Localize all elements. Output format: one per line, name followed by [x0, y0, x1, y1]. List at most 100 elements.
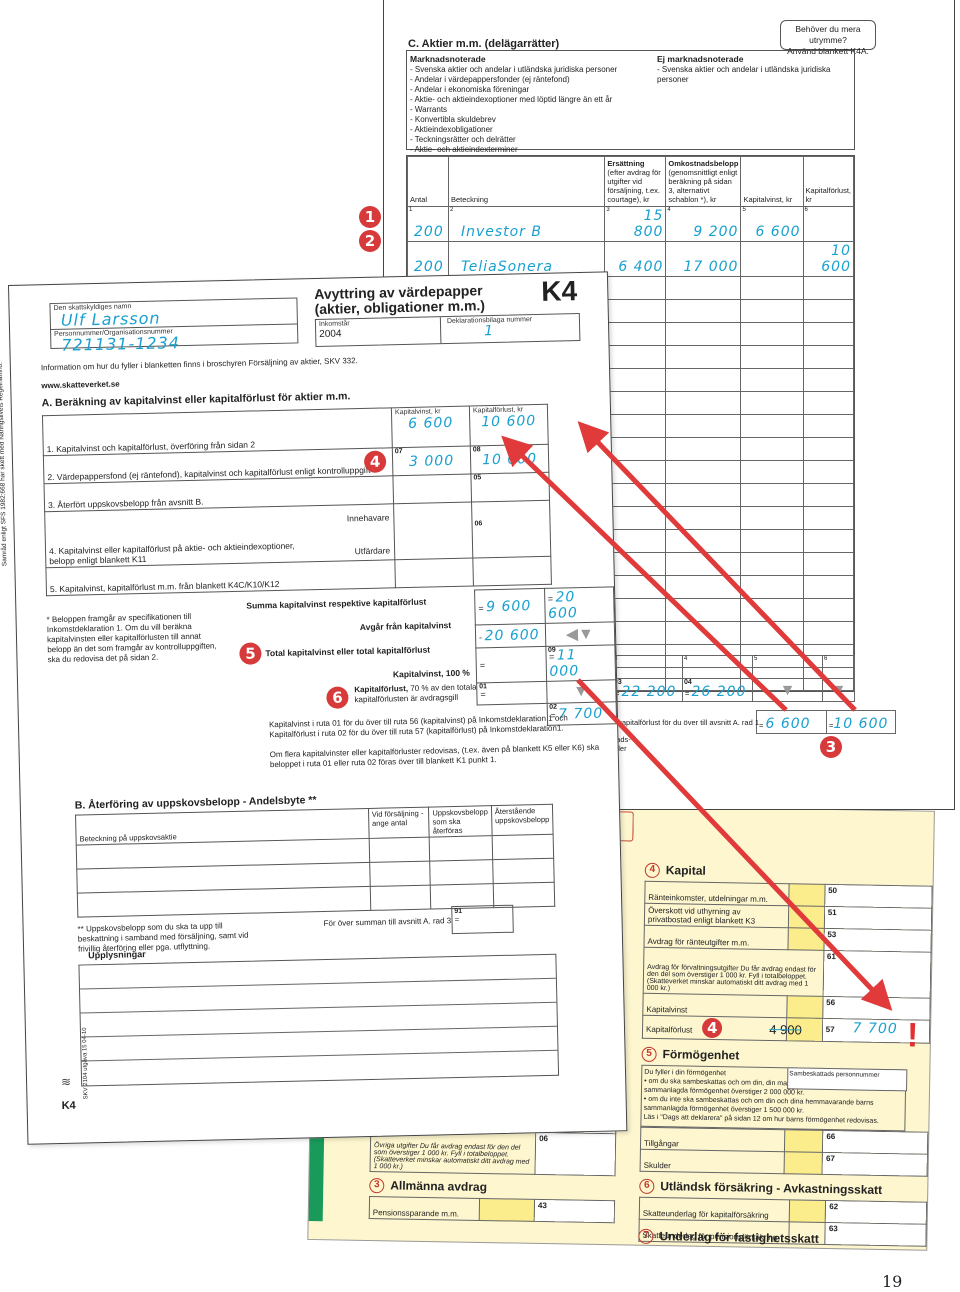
- shares-cell-omkostnad[interactable]: [665, 621, 742, 645]
- shares-cell-omkostnad[interactable]: [665, 299, 742, 323]
- box-04[interactable]: 04 = 26 200: [682, 678, 753, 702]
- shares-row: 200 TeliaSonera 6 400 17 000 10 600: [407, 241, 855, 277]
- shares-cell-vinst[interactable]: [740, 621, 804, 645]
- shares-cell-omkostnad[interactable]: [665, 575, 742, 599]
- arrow-down-icon: ▼: [830, 682, 847, 699]
- shares-cell-vinst[interactable]: [740, 506, 804, 530]
- step-badge-6: 6: [326, 686, 349, 709]
- struck-value: 4 900: [769, 1021, 802, 1038]
- step-badge-4: 4: [363, 450, 387, 473]
- vinst-total[interactable]: = 6 600: [756, 710, 827, 734]
- shares-cell-forlust[interactable]: [802, 299, 855, 323]
- shares-cell-vinst[interactable]: [740, 368, 804, 392]
- box-03[interactable]: 03 = 22 200: [612, 678, 683, 702]
- shares-cell-ersattning[interactable]: [604, 391, 667, 415]
- section-fastighet-heading: 7 Underlag för fastighetsskatt: [638, 1229, 819, 1247]
- shares-cell-antal[interactable]: 1 200: [407, 206, 449, 242]
- listed-item: - Warrants: [410, 105, 448, 114]
- listed-item: - Aktie- och aktieindexterminer: [410, 145, 518, 154]
- shares-cell-vinst[interactable]: [740, 276, 804, 300]
- shares-cell-vinst[interactable]: [740, 414, 804, 438]
- shares-cell-omkostnad[interactable]: [665, 368, 742, 392]
- shares-cell-antal[interactable]: 200: [407, 241, 449, 277]
- shares-cell-forlust[interactable]: [802, 391, 855, 415]
- shares-cell-omkostnad[interactable]: [665, 460, 742, 484]
- shares-cell-vinst[interactable]: [740, 437, 804, 461]
- shares-cell-ersattning[interactable]: [604, 460, 667, 484]
- shares-cell-vinst[interactable]: [740, 598, 804, 622]
- shares-cell-vinst[interactable]: [740, 529, 804, 553]
- shares-cell-vinst[interactable]: [740, 299, 804, 323]
- shares-cell-omkostnad[interactable]: 17 000: [665, 241, 742, 277]
- upplysningar-box[interactable]: [78, 953, 560, 1087]
- shares-cell-omkostnad[interactable]: [665, 529, 742, 553]
- shares-cell-vinst[interactable]: [740, 552, 804, 576]
- listed-item: - Konvertibla skuldebrev: [410, 115, 496, 124]
- cosigner-field[interactable]: Sambeskattads personnummer: [787, 1067, 908, 1092]
- personnummer[interactable]: 721131-1234: [51, 333, 297, 355]
- shares-cell-vinst[interactable]: [740, 575, 804, 599]
- shares-cell-forlust[interactable]: [802, 460, 855, 484]
- shares-cell-ersattning[interactable]: [604, 276, 667, 300]
- shares-cell-omkostnad[interactable]: [665, 391, 742, 415]
- shares-cell-forlust[interactable]: [802, 575, 855, 599]
- shares-cell-forlust[interactable]: 10 600: [802, 241, 855, 277]
- shares-cell-omkostnad[interactable]: [665, 483, 742, 507]
- shares-cell-vinst[interactable]: [740, 460, 804, 484]
- shares-cell-ersattning[interactable]: [604, 368, 667, 392]
- website-link[interactable]: www.skatteverket.se: [41, 379, 120, 390]
- shares-cell-ersattning[interactable]: 3 15 800: [604, 206, 667, 242]
- transfer-text: Kapitalvinst och kapitalförlust för du ö…: [594, 718, 759, 727]
- shares-cell-forlust[interactable]: 6: [802, 206, 855, 242]
- shares-cell-ersattning[interactable]: [604, 345, 667, 369]
- income-year[interactable]: 2004: [316, 326, 440, 340]
- shares-cell-omkostnad[interactable]: [665, 414, 742, 438]
- shares-cell-ersattning[interactable]: 6 400: [604, 241, 667, 277]
- shares-cell-omkostnad[interactable]: [665, 552, 742, 576]
- total-label: Total kapitalvinst eller total kapitalfö…: [265, 644, 431, 659]
- shares-cell-ersattning[interactable]: [604, 299, 667, 323]
- shares-cell-forlust[interactable]: [802, 414, 855, 438]
- shares-cell-forlust[interactable]: [802, 598, 855, 622]
- section-c-title: C. Aktier m.m. (delägarrätter): [408, 38, 560, 50]
- listed-item: - Aktie- och aktieindexoptioner med löpt…: [410, 95, 613, 104]
- shares-cell-omkostnad[interactable]: [665, 598, 742, 622]
- shares-cell-omkostnad[interactable]: [665, 276, 742, 300]
- shares-cell-vinst[interactable]: [740, 391, 804, 415]
- regulation-side-text: Samråd enligt SFS 1982:668 har skett med…: [0, 361, 9, 567]
- shares-cell-forlust[interactable]: [802, 552, 855, 576]
- shares-cell-forlust[interactable]: [802, 621, 855, 645]
- shares-cell-forlust[interactable]: [802, 506, 855, 530]
- shares-cell-forlust[interactable]: [802, 322, 855, 346]
- shares-cell-omkostnad[interactable]: 49 200: [665, 206, 742, 242]
- arrow-down-icon: ▼: [779, 682, 796, 699]
- shares-cell-vinst[interactable]: [740, 322, 804, 346]
- shares-cell-forlust[interactable]: [802, 437, 855, 461]
- shares-cell-forlust[interactable]: [802, 529, 855, 553]
- shares-cell-beteckning[interactable]: 2 Investor B: [447, 206, 606, 242]
- shares-cell-forlust[interactable]: [802, 368, 855, 392]
- shares-cell-omkostnad[interactable]: [665, 345, 742, 369]
- formogenhet-info: Du fyller i din förmögenhet • om du ska …: [640, 1064, 908, 1132]
- shares-cell-omkostnad[interactable]: [665, 506, 742, 530]
- shares-cell-ersattning[interactable]: [604, 483, 667, 507]
- shares-cell-forlust[interactable]: [802, 345, 855, 369]
- shares-cell-forlust[interactable]: [802, 483, 855, 507]
- step-badge-2: 2: [359, 230, 381, 252]
- shares-cell-ersattning[interactable]: [604, 414, 667, 438]
- box-91[interactable]: 91 =: [451, 904, 514, 935]
- shares-cell-omkostnad[interactable]: [665, 437, 742, 461]
- forlust-total[interactable]: =10 600: [826, 710, 896, 734]
- shares-cell-vinst[interactable]: 56 600: [740, 206, 804, 242]
- shares-cell-ersattning[interactable]: [604, 322, 667, 346]
- shares-cell-omkostnad[interactable]: [665, 322, 742, 346]
- shares-row: 1 200 2 Investor B 3 15 800 4 9 200 5 6 600 6: [407, 206, 855, 242]
- appendix-number[interactable]: 1: [444, 323, 535, 339]
- shares-cell-ersattning[interactable]: [604, 506, 667, 530]
- shares-cell-vinst[interactable]: [740, 241, 804, 277]
- shares-cell-ersattning[interactable]: [604, 437, 667, 461]
- listed-item: - Teckningsrätter och delrätter: [410, 135, 516, 144]
- shares-cell-vinst[interactable]: [740, 345, 804, 369]
- shares-cell-vinst[interactable]: [740, 483, 804, 507]
- shares-cell-forlust[interactable]: [802, 276, 855, 300]
